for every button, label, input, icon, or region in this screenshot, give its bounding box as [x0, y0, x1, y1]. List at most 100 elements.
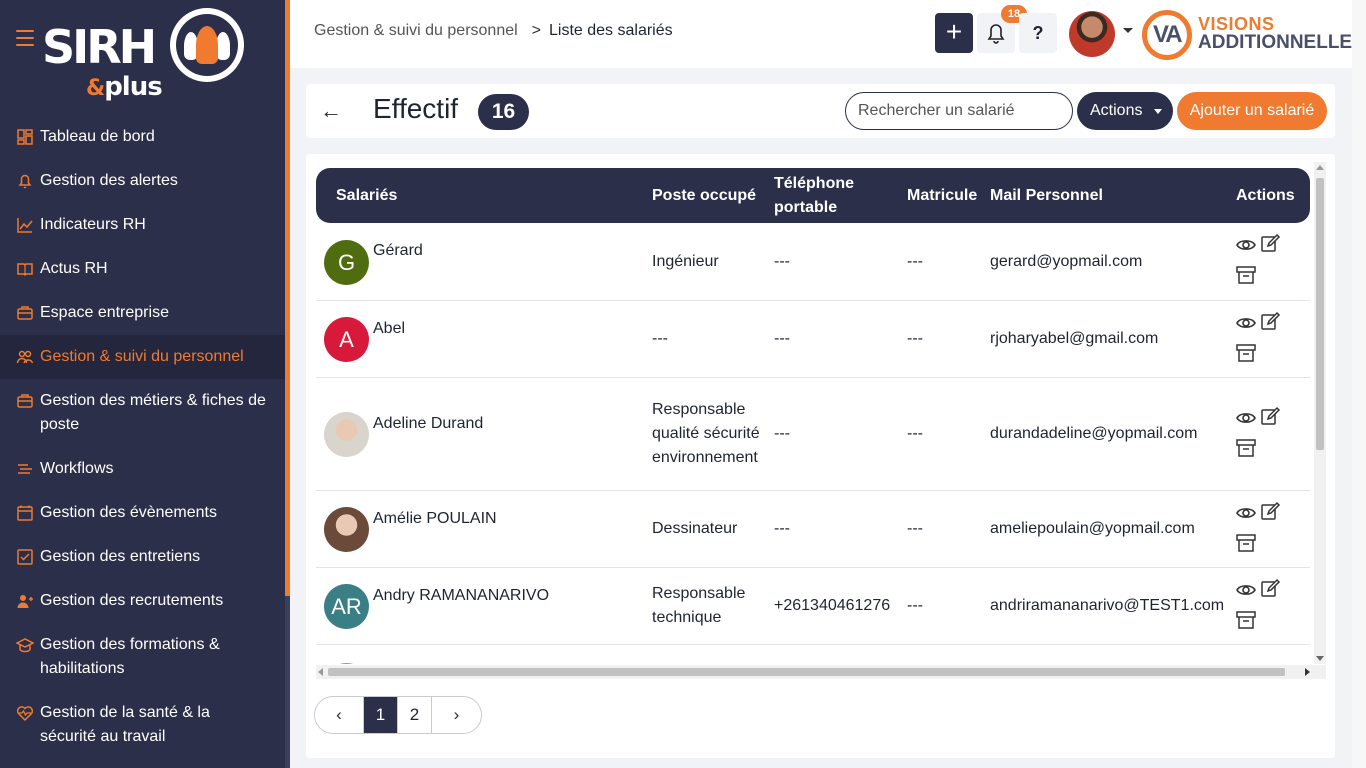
employee-name[interactable]: Gérard: [373, 223, 643, 300]
breadcrumb-separator: >: [531, 22, 542, 39]
help-button[interactable]: ?: [1019, 13, 1057, 53]
employee-name[interactable]: Abel: [373, 301, 643, 377]
sidebar-item-label: Gestion de la santé & la sécurité au tra…: [40, 704, 210, 745]
eye-icon[interactable]: [1235, 502, 1257, 524]
company-logo-mark: VA: [1142, 10, 1192, 60]
edit-icon[interactable]: [1259, 232, 1281, 254]
employee-mail: durandadeline@yopmail.com: [990, 425, 1198, 442]
eye-icon[interactable]: [1235, 234, 1257, 256]
edit-icon[interactable]: [1259, 577, 1281, 599]
sidebar-scroll-track: [285, 596, 290, 768]
sidebar-item-12[interactable]: Gestion de la santé & la sécurité au tra…: [0, 691, 285, 759]
column-header-telephone[interactable]: Téléphone portable: [774, 168, 874, 223]
employee-avatar: AR: [324, 584, 369, 629]
back-arrow-icon[interactable]: ←: [320, 98, 342, 124]
pagination-prev-button[interactable]: ‹: [315, 697, 363, 733]
breadcrumb-parent[interactable]: Gestion & suivi du personnel: [314, 22, 518, 39]
employee-name[interactable]: Adeline Durand: [373, 378, 643, 490]
employee-name[interactable]: Amélie POULAIN: [373, 491, 643, 567]
top-bar: Gestion & suivi du personnel > Liste des s…: [290, 0, 1365, 68]
archive-icon[interactable]: [1235, 437, 1257, 459]
sidebar-item-0[interactable]: Tableau de bord: [0, 115, 285, 159]
menu-toggle-icon[interactable]: [16, 30, 34, 46]
column-header-mail[interactable]: Mail Personnel: [990, 168, 1190, 223]
actions-dropdown-button[interactable]: Actions: [1077, 92, 1173, 130]
sidebar-item-1[interactable]: Gestion des alertes: [0, 159, 285, 203]
eye-icon[interactable]: [1235, 407, 1257, 429]
sidebar-item-label: Gestion & suivi du personnel: [40, 348, 244, 365]
pagination-next-button[interactable]: ›: [431, 697, 481, 733]
dashboard-icon: [16, 128, 34, 146]
sidebar-item-label: Indicateurs RH: [40, 216, 146, 233]
archive-icon[interactable]: [1235, 609, 1257, 631]
company-name-line2: ADDITIONNELLES: [1198, 32, 1365, 53]
table-row[interactable]: Adeline Durand Responsable qualité sécuri…: [316, 378, 1310, 491]
employee-avatar: G: [324, 239, 369, 285]
breadcrumb-current: Liste des salariés: [549, 22, 673, 39]
table-row[interactable]: AR Andry RAMANANARIVO Responsable techniqu…: [316, 568, 1310, 645]
add-employee-button[interactable]: Ajouter un salarié: [1177, 92, 1327, 130]
table-row[interactable]: [316, 645, 1310, 664]
user-plus-icon: [16, 592, 34, 610]
pagination-page-2[interactable]: 2: [397, 697, 431, 733]
search-employee-input[interactable]: [845, 92, 1073, 130]
quick-add-button[interactable]: +: [935, 13, 973, 53]
table-row[interactable]: G Gérard Ingénieur --- --- gerard@yopmail.com: [316, 223, 1310, 301]
sidebar-item-11[interactable]: Gestion des formations & habilitations: [0, 623, 285, 691]
table-header: Salariés Poste occupé Téléphone portable…: [316, 168, 1310, 223]
employee-matricule: ---: [907, 330, 923, 347]
eye-icon[interactable]: [1235, 579, 1257, 601]
table-row[interactable]: Amélie POULAIN Dessinateur --- --- ameliepou…: [316, 491, 1310, 568]
column-header-salaries[interactable]: Salariés: [336, 168, 636, 223]
sidebar-item-label: Gestion des recrutements: [40, 592, 224, 609]
sidebar-item-label: Gestion des formations & habilitations: [40, 636, 220, 677]
edit-icon[interactable]: [1259, 500, 1281, 522]
employee-mail: ameliepoulain@yopmail.com: [990, 520, 1195, 537]
column-header-matricule[interactable]: Matricule: [907, 168, 987, 223]
employee-name[interactable]: Andry RAMANANARIVO: [373, 568, 643, 644]
archive-icon[interactable]: [1235, 264, 1257, 286]
employee-matricule: ---: [907, 425, 923, 442]
book-icon: [16, 260, 34, 278]
sidebar-scroll-thumb[interactable]: [285, 0, 290, 596]
employee-avatar: A: [324, 317, 369, 362]
calendar-icon: [16, 504, 34, 522]
row-actions: [1235, 491, 1285, 568]
edit-icon[interactable]: [1259, 405, 1281, 427]
page-scrollbar[interactable]: [1352, 0, 1366, 768]
sidebar-item-label: Gestion des entretiens: [40, 548, 201, 565]
sidebar-item-label: Tableau de bord: [40, 128, 155, 145]
sidebar-item-3[interactable]: Actus RH: [0, 247, 285, 291]
chart-line-icon: [16, 216, 34, 234]
row-actions: [1235, 568, 1285, 645]
sidebar-item-9[interactable]: Gestion des entretiens: [0, 535, 285, 579]
sidebar-item-8[interactable]: Gestion des évènements: [0, 491, 285, 535]
table-horizontal-scrollbar[interactable]: [316, 665, 1326, 679]
pagination-page-1[interactable]: 1: [363, 697, 397, 733]
sidebar-item-10[interactable]: Gestion des recrutements: [0, 579, 285, 623]
archive-icon[interactable]: [1235, 342, 1257, 364]
chevron-down-icon[interactable]: [1123, 28, 1133, 33]
logo-people-icon: [170, 8, 244, 82]
employee-name[interactable]: [373, 645, 643, 664]
sidebar-item-7[interactable]: Workflows: [0, 447, 285, 491]
employee-table-panel: Salariés Poste occupé Téléphone portable…: [306, 154, 1335, 758]
sidebar-item-4[interactable]: Espace entreprise: [0, 291, 285, 335]
column-header-poste[interactable]: Poste occupé: [652, 168, 764, 223]
employee-poste: Responsable technique: [652, 585, 746, 626]
table-row[interactable]: A Abel --- --- --- rjoharyabel@gmail.com: [316, 301, 1310, 378]
row-actions: [1235, 645, 1285, 664]
employee-poste: ---: [652, 330, 668, 347]
archive-icon[interactable]: [1235, 532, 1257, 554]
eye-icon[interactable]: [1235, 312, 1257, 334]
edit-icon[interactable]: [1259, 310, 1281, 332]
sidebar-item-label: Gestion des alertes: [40, 172, 178, 189]
table-vertical-scrollbar[interactable]: [1314, 162, 1326, 664]
employee-poste: Responsable qualité sécurité environneme…: [652, 401, 760, 466]
sidebar-item-2[interactable]: Indicateurs RH: [0, 203, 285, 247]
user-avatar[interactable]: [1069, 11, 1115, 57]
sidebar-item-6[interactable]: Gestion des métiers & fiches de poste: [0, 379, 285, 447]
app-logo[interactable]: SIRH &plus: [42, 8, 252, 105]
sidebar-item-5[interactable]: Gestion & suivi du personnel: [0, 335, 285, 379]
sidebar-item-label: Gestion des évènements: [40, 504, 217, 521]
